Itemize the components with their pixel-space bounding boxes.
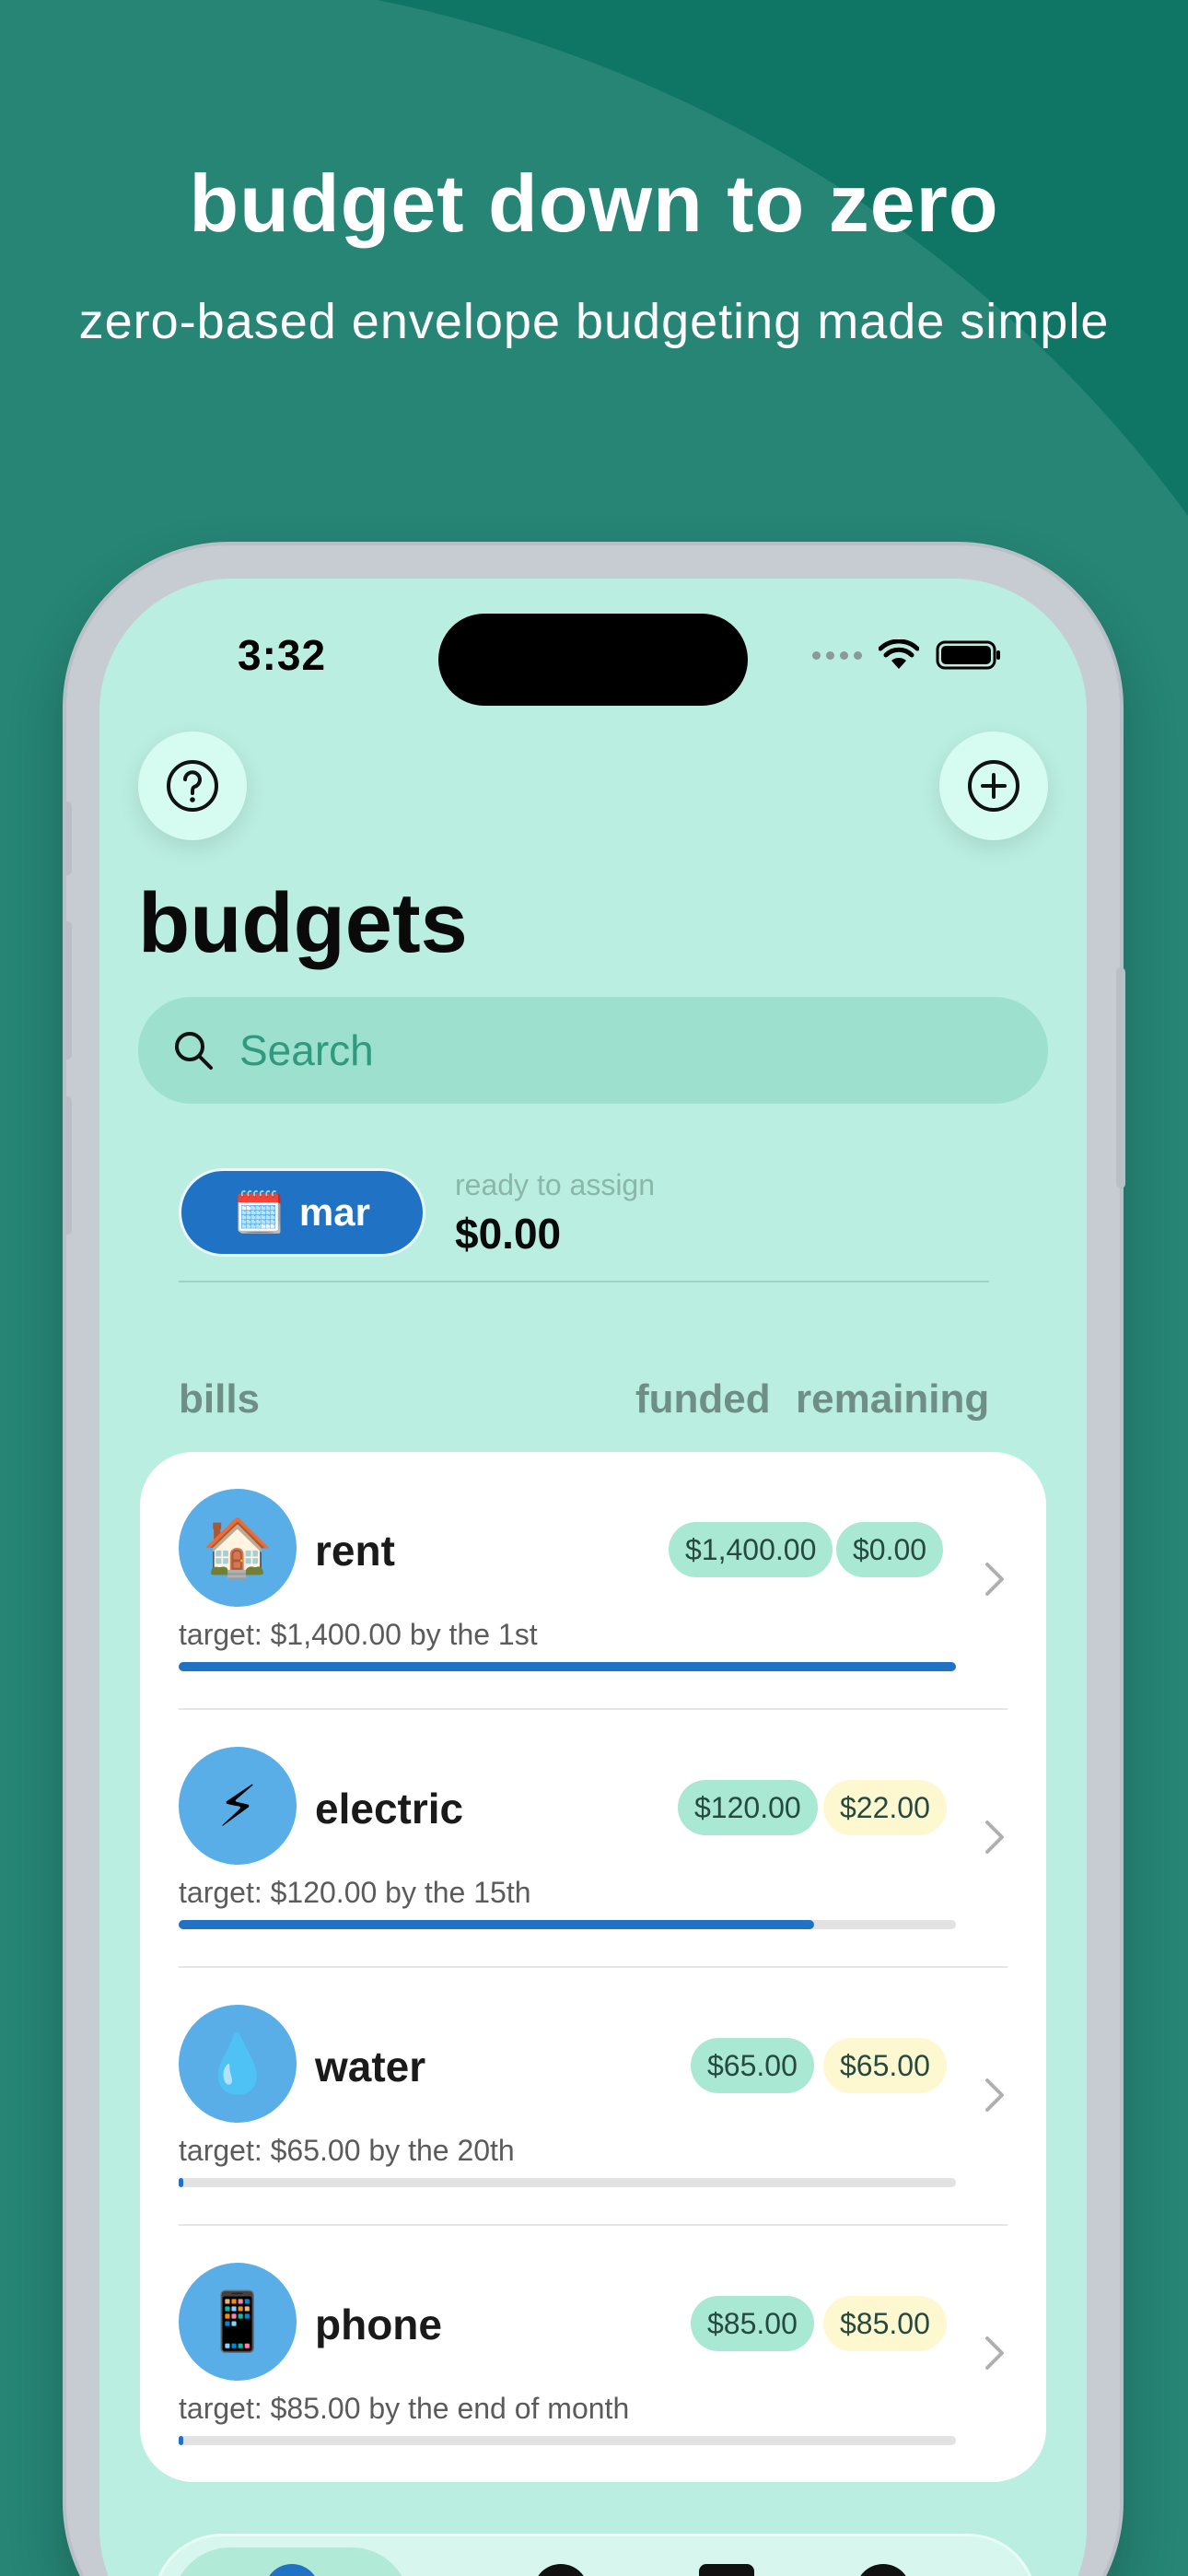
phone-volume-down-button bbox=[63, 1096, 72, 1235]
column-header-funded: funded bbox=[635, 1376, 771, 1422]
section-label: bills bbox=[179, 1376, 261, 1422]
mobile-phone-icon: 📱 bbox=[179, 2263, 297, 2381]
status-time: 3:32 bbox=[238, 631, 327, 679]
month-selector-button[interactable]: 🗓️ mar bbox=[179, 1168, 425, 1257]
chevron-right-icon bbox=[985, 1563, 1004, 1596]
ready-to-assign-label: ready to assign bbox=[455, 1168, 656, 1201]
envelope-list: 🏠 rent $1,400.00 $0.00 target: $1,400.00… bbox=[140, 1452, 1046, 2482]
calendar-icon: 🗓️ bbox=[234, 1190, 285, 1235]
add-button[interactable] bbox=[939, 732, 1048, 840]
phone-screen: 3:32 budgets Search 🗓️ mar ready to assi… bbox=[99, 579, 1087, 2576]
hero-title: budget down to zero bbox=[189, 158, 999, 249]
envelope-row-electric[interactable]: ⚡ electric $120.00 $22.00 target: $120.0… bbox=[140, 1710, 1046, 1968]
phone-volume-up-button bbox=[63, 921, 72, 1060]
tab-settings-icon[interactable] bbox=[856, 2564, 911, 2576]
lightning-icon: ⚡ bbox=[179, 1747, 297, 1865]
summary-divider bbox=[179, 1281, 989, 1282]
envelope-name: water bbox=[315, 2043, 426, 2090]
progress-fill bbox=[179, 1920, 814, 1929]
remaining-badge: $22.00 bbox=[823, 1780, 947, 1835]
plus-circle-icon bbox=[968, 760, 1019, 812]
progress-fill bbox=[179, 2436, 184, 2445]
battery-icon bbox=[936, 640, 1000, 670]
phone-action-button bbox=[63, 802, 72, 875]
tab-budgets[interactable] bbox=[172, 2547, 410, 2576]
progress-fill bbox=[179, 1662, 956, 1671]
funded-badge: $1,400.00 bbox=[669, 1522, 833, 1577]
envelope-target: target: $65.00 by the 20th bbox=[179, 2134, 515, 2167]
tab-transactions-icon[interactable] bbox=[699, 2564, 754, 2576]
page-title: budgets bbox=[138, 876, 468, 970]
progress-fill bbox=[179, 2178, 184, 2187]
help-button[interactable] bbox=[138, 732, 247, 840]
budgets-tab-icon bbox=[264, 2564, 320, 2576]
progress-track bbox=[179, 2436, 956, 2445]
funded-badge: $120.00 bbox=[678, 1780, 818, 1835]
signal-dots-icon bbox=[812, 650, 862, 660]
water-drop-icon: 💧 bbox=[179, 2005, 297, 2123]
chevron-right-icon bbox=[985, 2078, 1004, 2112]
ready-to-assign-value: $0.00 bbox=[455, 1210, 562, 1258]
progress-track bbox=[179, 1920, 956, 1929]
envelope-row-rent[interactable]: 🏠 rent $1,400.00 $0.00 target: $1,400.00… bbox=[140, 1452, 1046, 1710]
dynamic-island bbox=[438, 614, 748, 706]
envelope-name: phone bbox=[315, 2301, 442, 2348]
tab-accounts-icon[interactable] bbox=[533, 2564, 588, 2576]
chevron-right-icon bbox=[985, 2336, 1004, 2370]
envelope-target: target: $85.00 by the end of month bbox=[179, 2392, 630, 2425]
envelope-target: target: $1,400.00 by the 1st bbox=[179, 1618, 538, 1651]
hero-subtitle: zero-based envelope budgeting made simpl… bbox=[78, 294, 1110, 349]
tab-bar bbox=[153, 2534, 1037, 2576]
month-label: mar bbox=[298, 1190, 370, 1234]
column-header-remaining: remaining bbox=[796, 1376, 990, 1422]
envelope-row-water[interactable]: 💧 water $65.00 $65.00 target: $65.00 by … bbox=[140, 1968, 1046, 2226]
funded-badge: $85.00 bbox=[691, 2296, 814, 2351]
wifi-icon bbox=[879, 639, 919, 669]
chevron-right-icon bbox=[985, 1821, 1004, 1854]
remaining-badge: $65.00 bbox=[823, 2038, 947, 2093]
search-icon bbox=[175, 1032, 213, 1070]
envelope-target: target: $120.00 by the 15th bbox=[179, 1876, 531, 1909]
envelope-row-phone[interactable]: 📱 phone $85.00 $85.00 target: $85.00 by … bbox=[140, 2226, 1046, 2484]
remaining-badge: $0.00 bbox=[836, 1522, 944, 1577]
progress-track bbox=[179, 1662, 956, 1671]
envelope-name: electric bbox=[315, 1785, 464, 1832]
house-icon: 🏠 bbox=[179, 1489, 297, 1607]
progress-track bbox=[179, 2178, 956, 2187]
phone-power-button bbox=[1116, 967, 1125, 1188]
envelope-name: rent bbox=[315, 1527, 395, 1575]
remaining-badge: $85.00 bbox=[823, 2296, 947, 2351]
status-indicators bbox=[812, 639, 1002, 671]
funded-badge: $65.00 bbox=[691, 2038, 814, 2093]
search-input[interactable]: Search bbox=[239, 1025, 374, 1075]
question-circle-icon bbox=[167, 760, 218, 812]
search-bar[interactable]: Search bbox=[138, 997, 1048, 1104]
